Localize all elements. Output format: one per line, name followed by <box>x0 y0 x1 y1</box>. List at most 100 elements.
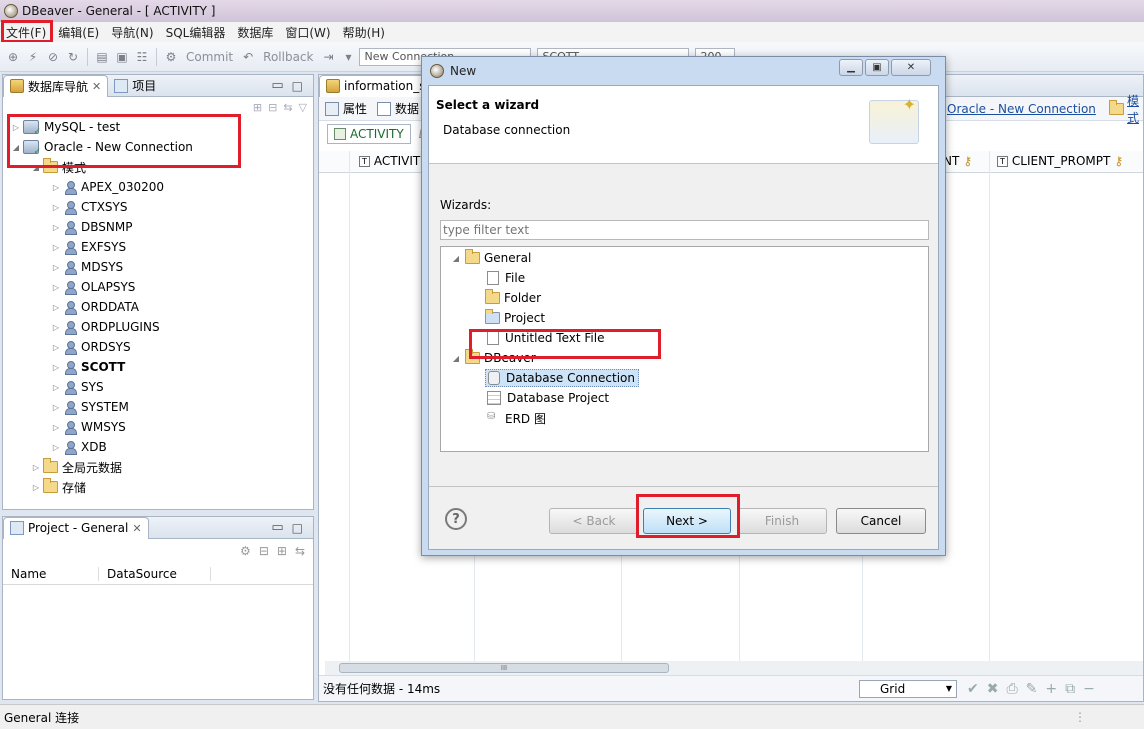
expand-arrow-icon[interactable]: ▷ <box>49 223 63 232</box>
explain-icon[interactable]: ☷ <box>133 48 151 66</box>
tree-item-project[interactable]: Project <box>441 308 928 328</box>
tree-schema-wmsys[interactable]: ▷ WMSYS <box>9 417 313 437</box>
view-menu-icon[interactable]: ▽ <box>299 101 307 114</box>
cancel-icon[interactable]: ✖ <box>987 681 999 697</box>
menu-edit[interactable]: 编辑(E) <box>52 24 105 41</box>
tree-schema-sys[interactable]: ▷ SYS <box>9 377 313 397</box>
expand-arrow-icon[interactable]: ▷ <box>49 283 63 292</box>
transaction-icon[interactable]: ⚙ <box>162 48 180 66</box>
menu-window[interactable]: 窗口(W) <box>279 24 336 41</box>
add-row-icon[interactable]: + <box>1045 681 1057 697</box>
maximize-icon[interactable]: □ <box>292 521 303 535</box>
expand-arrow-icon[interactable]: ▷ <box>49 363 63 372</box>
disconnect-icon[interactable]: ⊘ <box>44 48 62 66</box>
menu-navigate[interactable]: 导航(N) <box>105 24 159 41</box>
collapse-arrow-icon[interactable]: ◢ <box>449 354 463 363</box>
tree-schema-olapsys[interactable]: ▷ OLAPSYS <box>9 277 313 297</box>
commit-button[interactable]: Commit <box>182 50 237 64</box>
tree-schema-dbsnmp[interactable]: ▷ DBSNMP <box>9 217 313 237</box>
edit-icon[interactable]: ✎ <box>1026 681 1038 697</box>
tree-item-folder[interactable]: Folder <box>441 288 928 308</box>
tree-group-general[interactable]: ◢ General <box>441 248 928 268</box>
breadcrumb-schema-link[interactable]: 模式 <box>1127 92 1143 126</box>
column-header-client-prompt[interactable]: T CLIENT_PROMPT ⚷ <box>997 154 1123 168</box>
tree-schema-orddata[interactable]: ▷ ORDDATA <box>9 297 313 317</box>
tab-activity[interactable]: ACTIVITY <box>327 124 411 144</box>
rollback-icon[interactable]: ↶ <box>239 48 257 66</box>
expand-arrow-icon[interactable]: ▷ <box>49 203 63 212</box>
finish-button[interactable]: Finish <box>737 508 827 534</box>
expand-arrow-icon[interactable]: ▷ <box>49 383 63 392</box>
back-button[interactable]: < Back <box>549 508 639 534</box>
new-connection-icon[interactable]: ⊕ <box>4 48 22 66</box>
maximize-window-button[interactable]: ▣ <box>865 59 889 76</box>
column-header-name[interactable]: Name <box>3 566 99 581</box>
help-icon[interactable]: ? <box>445 508 467 530</box>
expand-arrow-icon[interactable]: ▷ <box>49 323 63 332</box>
link-icon[interactable]: ⇆ <box>295 544 305 558</box>
tree-folder-global-metadata[interactable]: ▷ 全局元数据 <box>9 457 313 477</box>
expand-arrow-icon[interactable]: ▷ <box>49 403 63 412</box>
tree-schema-ordplugins[interactable]: ▷ ORDPLUGINS <box>9 317 313 337</box>
maximize-icon[interactable]: □ <box>292 79 303 93</box>
tree-schema-mdsys[interactable]: ▷ MDSYS <box>9 257 313 277</box>
expand-arrow-icon[interactable]: ▷ <box>49 443 63 452</box>
link-icon[interactable]: ⇆ <box>283 101 292 114</box>
tab-project-general[interactable]: Project - General ✕ <box>3 516 149 539</box>
delete-row-icon[interactable]: − <box>1083 681 1095 697</box>
tree-schema-xdb[interactable]: ▷ XDB <box>9 437 313 457</box>
breadcrumb-connection-link[interactable]: Oracle - New Connection <box>947 102 1096 116</box>
minimize-icon[interactable]: ▭ <box>271 520 283 535</box>
chevron-down-icon[interactable]: ▾ <box>339 48 357 66</box>
tree-schema-scott[interactable]: ▷ SCOTT <box>9 357 313 377</box>
collapse-icon[interactable]: ⊟ <box>268 101 277 114</box>
menu-database[interactable]: 数据库 <box>231 24 279 41</box>
reconnect-icon[interactable]: ↻ <box>64 48 82 66</box>
tree-schema-apex_030200[interactable]: ▷ APEX_030200 <box>9 177 313 197</box>
expand-arrow-icon[interactable]: ▷ <box>49 303 63 312</box>
column-header-activity[interactable]: T ACTIVITI <box>359 154 424 168</box>
tab-database-navigator[interactable]: 数据库导航 ✕ <box>3 74 109 97</box>
subtab-data[interactable]: 数据 <box>395 100 419 117</box>
column-header-datasource[interactable]: DataSource <box>99 566 211 581</box>
expand-arrow-icon[interactable]: ▷ <box>29 463 43 472</box>
tab-projects[interactable]: 项目 <box>108 75 162 97</box>
tree-folder-storage[interactable]: ▷ 存储 <box>9 477 313 497</box>
close-icon[interactable]: ✕ <box>92 80 101 93</box>
execute-icon[interactable]: ▣ <box>113 48 131 66</box>
gear-icon[interactable]: ⚙ <box>240 544 251 558</box>
close-window-button[interactable]: ✕ <box>891 59 931 76</box>
subtab-properties[interactable]: 属性 <box>343 100 367 117</box>
menu-sql-editor[interactable]: SQL编辑器 <box>160 24 232 41</box>
expand-arrow-icon[interactable]: ▷ <box>49 183 63 192</box>
sql-editor-icon[interactable]: ▤ <box>93 48 111 66</box>
tree-item-erd[interactable]: ⛁ ERD 图 <box>441 408 928 428</box>
tree-schema-exfsys[interactable]: ▷ EXFSYS <box>9 237 313 257</box>
expand-arrow-icon[interactable]: ▷ <box>49 423 63 432</box>
tree-schema-system[interactable]: ▷ SYSTEM <box>9 397 313 417</box>
collapse-arrow-icon[interactable]: ◢ <box>449 254 463 263</box>
tree-schema-ordsys[interactable]: ▷ ORDSYS <box>9 337 313 357</box>
tree-item-file[interactable]: File <box>441 268 928 288</box>
filter-input[interactable] <box>440 220 929 240</box>
cancel-button[interactable]: Cancel <box>836 508 926 534</box>
view-mode-select[interactable]: Grid ▼ <box>859 679 957 698</box>
expand-arrow-icon[interactable]: ▷ <box>49 343 63 352</box>
close-icon[interactable]: ✕ <box>132 522 141 535</box>
menu-help[interactable]: 帮助(H) <box>337 24 391 41</box>
minimize-window-button[interactable]: ▁ <box>839 59 863 76</box>
transaction-mode-icon[interactable]: ⇥ <box>319 48 337 66</box>
tree-item-database-connection[interactable]: Database Connection <box>441 368 928 388</box>
tab-editor[interactable]: information_s <box>319 74 433 97</box>
save-icon[interactable]: ✔ <box>967 681 979 697</box>
filter-icon[interactable]: ⊞ <box>253 101 262 114</box>
rollback-button[interactable]: Rollback <box>259 50 317 64</box>
collapse-icon[interactable]: ⊟ <box>259 544 269 558</box>
connect-icon[interactable]: ⚡ <box>24 48 42 66</box>
minimize-icon[interactable]: ▭ <box>271 78 283 93</box>
copy-row-icon[interactable]: ⧉ <box>1065 681 1075 697</box>
scrollbar-thumb[interactable]: III <box>339 663 669 673</box>
expand-arrow-icon[interactable]: ▷ <box>29 483 43 492</box>
expand-arrow-icon[interactable]: ▷ <box>49 263 63 272</box>
chevron-down-icon[interactable]: ▼ <box>946 684 952 693</box>
